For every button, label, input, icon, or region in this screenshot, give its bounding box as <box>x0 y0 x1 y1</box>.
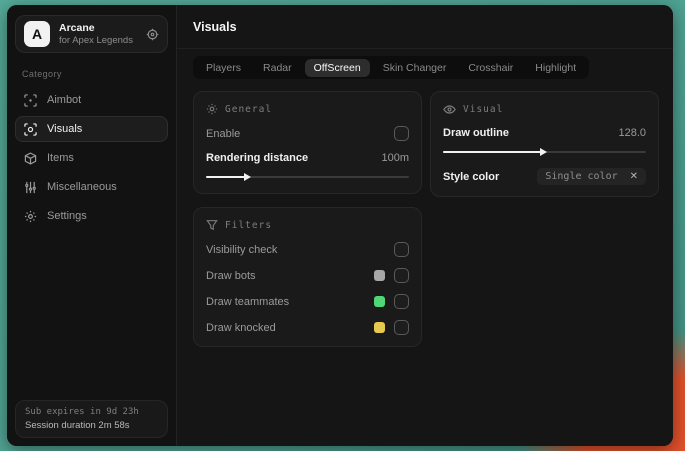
tab-players[interactable]: Players <box>197 59 250 77</box>
rendering-distance-slider[interactable] <box>206 172 409 182</box>
draw-teammates-row: Draw teammates <box>206 294 409 309</box>
visual-panel-title: Visual <box>463 104 504 115</box>
slider-fill <box>206 173 251 181</box>
style-color-select[interactable]: Single color ✕ <box>537 168 646 185</box>
app-name: Arcane <box>59 21 95 34</box>
rendering-distance-label: Rendering distance <box>206 152 309 164</box>
app-window: A Arcane for Apex Legends Category Aimbo… <box>7 5 673 446</box>
draw-knocked-checkbox[interactable] <box>394 320 409 335</box>
draw-teammates-color-swatch[interactable] <box>374 296 385 307</box>
page-header: Visuals <box>177 5 673 49</box>
filters-panel-title: Filters <box>225 219 273 231</box>
draw-bots-row: Draw bots <box>206 268 409 283</box>
enable-row: Enable <box>206 126 409 141</box>
sidebar-item-label: Items <box>47 152 74 164</box>
tab-radar[interactable]: Radar <box>254 59 301 77</box>
sidebar-item-visuals[interactable]: Visuals <box>15 116 168 142</box>
style-color-value: Single color <box>545 171 618 182</box>
page-title: Visuals <box>193 19 237 34</box>
gear-icon <box>24 210 37 223</box>
visual-panel: Visual Draw outline 128.0 Style color Si… <box>430 91 659 197</box>
tabbar: Players Radar OffScreen Skin Changer Cro… <box>193 56 590 79</box>
funnel-icon <box>206 219 218 231</box>
sidebar-item-label: Miscellaneous <box>47 181 117 193</box>
visibility-check-label: Visibility check <box>206 243 278 256</box>
draw-bots-checkbox[interactable] <box>394 268 409 283</box>
draw-outline-label: Draw outline <box>443 127 510 139</box>
tab-offscreen[interactable]: OffScreen <box>304 58 370 77</box>
sidebar-item-settings[interactable]: Settings <box>15 203 168 229</box>
filters-panel: Filters Visibility check Draw bots Draw … <box>193 207 422 347</box>
main-content: Visuals Players Radar OffScreen Skin Cha… <box>177 5 673 446</box>
sidebar-item-label: Settings <box>47 210 87 222</box>
sidebar-item-label: Visuals <box>47 123 83 135</box>
brand-card: A Arcane for Apex Legends <box>15 15 168 53</box>
sidebar-item-miscellaneous[interactable]: Miscellaneous <box>15 174 168 200</box>
pin-icon[interactable] <box>146 28 159 41</box>
app-subtitle: for Apex Legends <box>59 34 133 46</box>
draw-knocked-label: Draw knocked <box>206 321 276 334</box>
app-logo: A <box>24 21 50 47</box>
sidebar-item-items[interactable]: Items <box>15 145 168 171</box>
sparkle-icon <box>206 103 218 115</box>
general-panel: General Enable Rendering distance 100m <box>193 91 422 194</box>
tab-highlight[interactable]: Highlight <box>526 59 585 77</box>
eye-icon <box>443 103 456 116</box>
panels-grid: General Enable Rendering distance 100m V… <box>193 91 659 347</box>
category-label: Category <box>22 69 62 79</box>
draw-knocked-color-swatch[interactable] <box>374 322 385 333</box>
draw-teammates-checkbox[interactable] <box>394 294 409 309</box>
tab-crosshair[interactable]: Crosshair <box>459 59 522 77</box>
eye-scan-icon <box>24 122 37 136</box>
sidebar-nav: Aimbot Visuals Items Miscellaneous Setti… <box>15 87 168 229</box>
rendering-distance-row: Rendering distance 100m <box>206 152 409 164</box>
style-color-row: Style color Single color ✕ <box>443 168 646 185</box>
enable-label: Enable <box>206 127 241 140</box>
subscription-card: Sub expires in 9d 23h Session duration 2… <box>15 400 168 438</box>
draw-teammates-label: Draw teammates <box>206 295 290 308</box>
crosshair-scan-icon <box>24 93 37 107</box>
draw-knocked-row: Draw knocked <box>206 320 409 335</box>
draw-outline-value: 128.0 <box>618 127 646 139</box>
tab-skin-changer[interactable]: Skin Changer <box>374 59 456 77</box>
box-icon <box>24 151 37 165</box>
visibility-check-row: Visibility check <box>206 242 409 257</box>
sliders-icon <box>24 181 37 194</box>
rendering-distance-value: 100m <box>381 152 409 164</box>
sub-expires-text: Sub expires in 9d 23h <box>25 407 139 417</box>
sidebar: A Arcane for Apex Legends Category Aimbo… <box>7 5 177 446</box>
sidebar-item-aimbot[interactable]: Aimbot <box>15 87 168 113</box>
enable-checkbox[interactable] <box>394 126 409 141</box>
draw-bots-color-swatch[interactable] <box>374 270 385 281</box>
visibility-check-checkbox[interactable] <box>394 242 409 257</box>
style-color-label: Style color <box>443 170 500 183</box>
draw-outline-slider[interactable] <box>443 147 646 157</box>
draw-outline-row: Draw outline 128.0 <box>443 127 646 139</box>
draw-bots-label: Draw bots <box>206 269 256 282</box>
slider-fill <box>443 148 546 156</box>
general-panel-title: General <box>225 103 273 115</box>
close-icon[interactable]: ✕ <box>630 171 638 182</box>
sidebar-item-label: Aimbot <box>47 94 82 106</box>
session-duration-text: Session duration 2m 58s <box>25 420 130 431</box>
